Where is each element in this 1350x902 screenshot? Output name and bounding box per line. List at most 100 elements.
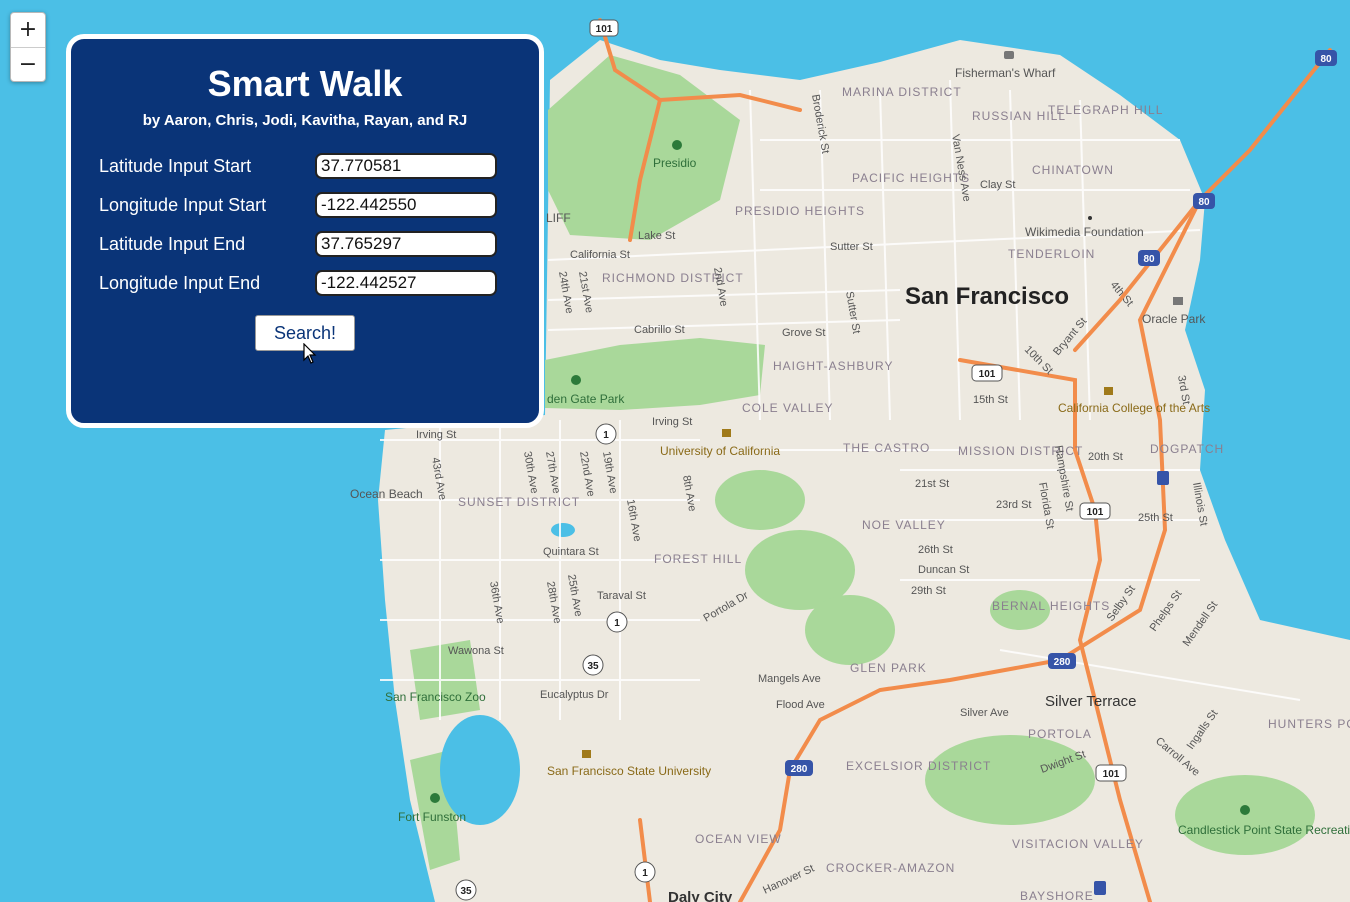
tree-icon bbox=[430, 793, 440, 803]
train-icon bbox=[1157, 471, 1169, 485]
place-label: Candlestick Point State Recreational Are… bbox=[1178, 823, 1350, 837]
neighborhood-label: NOE VALLEY bbox=[862, 518, 946, 532]
pine-lake bbox=[551, 523, 575, 537]
street-label: Duncan St bbox=[918, 564, 969, 576]
shield-101-icon: 101 bbox=[589, 19, 619, 37]
place-label: Silver Terrace bbox=[1045, 693, 1136, 710]
svg-text:101: 101 bbox=[596, 24, 613, 35]
street-label: Daly City bbox=[668, 889, 733, 902]
street-label: Eucalyptus Dr bbox=[540, 689, 609, 701]
street-label: 23rd St bbox=[996, 499, 1031, 511]
place-label: University of California bbox=[660, 444, 780, 458]
street-label: Grove St bbox=[782, 327, 825, 339]
shield-101-icon: 101 bbox=[1095, 764, 1127, 782]
svg-text:101: 101 bbox=[1087, 507, 1104, 518]
place-label: Fort Funston bbox=[398, 810, 466, 824]
neighborhood-label: HAIGHT-ASHBURY bbox=[773, 359, 893, 373]
neighborhood-label: GLEN PARK bbox=[850, 661, 927, 675]
neighborhood-label: PORTOLA bbox=[1028, 727, 1092, 741]
shield-80-icon: 80 bbox=[1193, 193, 1215, 209]
latitude-start-input[interactable] bbox=[315, 153, 497, 179]
longitude-start-label: Longitude Input Start bbox=[99, 195, 267, 215]
street-label: 15th St bbox=[973, 394, 1008, 406]
svg-text:80: 80 bbox=[1143, 254, 1155, 265]
longitude-end-input[interactable] bbox=[315, 270, 497, 296]
street-label: Taraval St bbox=[597, 590, 646, 602]
search-panel: Smart Walk by Aaron, Chris, Jodi, Kavith… bbox=[66, 34, 544, 428]
place-label: Wikimedia Foundation bbox=[1025, 225, 1144, 239]
svg-text:1: 1 bbox=[614, 618, 620, 629]
latitude-end-label: Latitude Input End bbox=[99, 234, 246, 254]
shield-35-icon: 35 bbox=[582, 654, 604, 676]
school-icon bbox=[1104, 387, 1113, 395]
svg-text:35: 35 bbox=[587, 661, 599, 672]
svg-text:1: 1 bbox=[603, 430, 609, 441]
shield-101-icon: 101 bbox=[1079, 502, 1111, 520]
street-label: 29th St bbox=[911, 585, 946, 597]
street-label: Irving St bbox=[652, 416, 692, 428]
lake-merced bbox=[440, 715, 520, 825]
svg-text:80: 80 bbox=[1198, 197, 1210, 208]
longitude-end-label: Longitude Input End bbox=[99, 273, 261, 293]
shield-280-icon: 280 bbox=[1048, 653, 1076, 669]
neighborhood-label: CHINATOWN bbox=[1032, 163, 1114, 177]
neighborhood-label: EXCELSIOR DISTRICT bbox=[846, 759, 991, 773]
neighborhood-label: PRESIDIO HEIGHTS bbox=[735, 204, 865, 218]
street-label: 26th St bbox=[918, 544, 953, 556]
neighborhood-label: BERNAL HEIGHTS bbox=[992, 599, 1110, 613]
street-label: 20th St bbox=[1088, 451, 1123, 463]
app-subtitle: by Aaron, Chris, Jodi, Kavitha, Rayan, a… bbox=[142, 112, 468, 129]
neighborhood-label: OCEAN VIEW bbox=[695, 832, 782, 846]
place-label: den Gate Park bbox=[547, 392, 625, 406]
zoom-control: + − bbox=[10, 12, 46, 82]
street-label: Cabrillo St bbox=[634, 324, 685, 336]
train-icon bbox=[1094, 881, 1106, 895]
longitude-start-input[interactable] bbox=[315, 192, 497, 218]
shield-35-icon: 35 bbox=[455, 879, 477, 901]
street-label: Clay St bbox=[980, 179, 1015, 191]
app-title: Smart Walk bbox=[207, 63, 403, 104]
svg-text:101: 101 bbox=[979, 369, 996, 380]
neighborhood-label: MARINA DISTRICT bbox=[842, 85, 962, 99]
shield-80-icon: 80 bbox=[1138, 250, 1160, 266]
place-label: Oracle Park bbox=[1142, 312, 1206, 326]
zoom-out-button[interactable]: − bbox=[11, 47, 45, 81]
neighborhood-label: TENDERLOIN bbox=[1008, 247, 1095, 261]
svg-text:280: 280 bbox=[1054, 657, 1071, 668]
street-label: Sutter St bbox=[830, 241, 873, 253]
place-label: California College of the Arts bbox=[1058, 401, 1210, 415]
school-icon bbox=[722, 429, 731, 437]
neighborhood-label: PACIFIC HEIGHTS bbox=[852, 171, 970, 185]
place-label: San Francisco State University bbox=[547, 764, 711, 778]
street-label: 25th St bbox=[1138, 512, 1173, 524]
svg-text:35: 35 bbox=[460, 886, 472, 897]
place-label: LIFF bbox=[546, 211, 571, 225]
city-label: San Francisco bbox=[905, 283, 1069, 310]
mouse-cursor-icon bbox=[303, 343, 317, 364]
neighborhood-label: FOREST HILL bbox=[654, 552, 742, 566]
mclaren-park bbox=[925, 735, 1095, 825]
latitude-start-label: Latitude Input Start bbox=[99, 156, 252, 176]
street-label: 21st St bbox=[915, 478, 949, 490]
stadium-icon bbox=[1173, 297, 1183, 305]
shield-1-icon: 1 bbox=[634, 861, 656, 883]
school-icon bbox=[582, 750, 591, 758]
neighborhood-label: BAYSHORE bbox=[1020, 889, 1094, 902]
svg-text:1: 1 bbox=[642, 868, 648, 879]
street-label: Wawona St bbox=[448, 645, 504, 657]
neighborhood-label: VISITACION VALLEY bbox=[1012, 837, 1144, 851]
zoom-in-button[interactable]: + bbox=[11, 13, 45, 47]
svg-text:101: 101 bbox=[1103, 769, 1120, 780]
mount-sutro-park bbox=[715, 470, 805, 530]
place-label: San Francisco Zoo bbox=[385, 690, 486, 704]
poi-dot-icon bbox=[1088, 216, 1092, 220]
tree-icon bbox=[1240, 805, 1250, 815]
street-label: Flood Ave bbox=[776, 699, 825, 711]
neighborhood-label: HUNTERS POINT bbox=[1268, 717, 1350, 731]
street-label: Quintara St bbox=[543, 546, 599, 558]
tree-icon bbox=[571, 375, 581, 385]
tree-icon bbox=[672, 140, 682, 150]
street-label: Silver Ave bbox=[960, 707, 1009, 719]
neighborhood-label: SUNSET DISTRICT bbox=[458, 495, 580, 509]
latitude-end-input[interactable] bbox=[315, 231, 497, 257]
